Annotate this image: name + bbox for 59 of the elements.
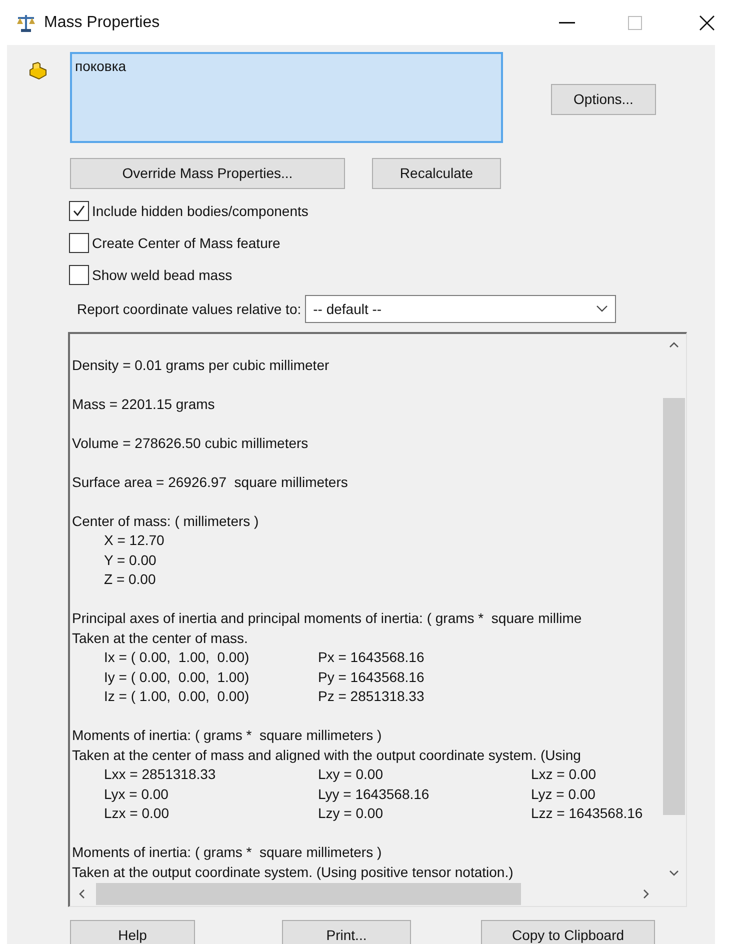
- window-title: Mass Properties: [44, 12, 160, 32]
- report-line: Moments of inertia: ( grams * square millimeters ): [72, 726, 382, 746]
- report-line: Moments of inertia: ( grams * square millimeters ): [72, 843, 382, 862]
- help-button[interactable]: Help: [70, 920, 195, 944]
- report-value: Z = 0.00: [104, 571, 156, 588]
- report-value: Lyz = 0.00: [531, 786, 596, 802]
- report-value: Iy = ( 0.00, 0.00, 1.00): [104, 668, 250, 685]
- options-button[interactable]: Options...: [551, 84, 656, 115]
- scroll-right-icon[interactable]: [643, 889, 649, 899]
- part-icon: [28, 62, 48, 80]
- minimize-icon: [559, 22, 575, 24]
- scroll-left-icon[interactable]: [79, 889, 85, 899]
- report-value: Ix = ( 0.00, 1.00, 0.00): [104, 649, 250, 666]
- print-button[interactable]: Print...: [282, 920, 411, 944]
- report-value: Lzz = 1643568.16: [531, 805, 643, 822]
- scroll-up-icon[interactable]: [669, 342, 679, 348]
- report-value: Lzx = 0.00: [104, 805, 169, 822]
- scrollbar-thumb[interactable]: [96, 883, 521, 905]
- checkbox-label: Create Center of Mass feature: [92, 234, 280, 252]
- override-button[interactable]: Override Mass Properties...: [70, 158, 345, 189]
- report-line: Principal axes of inertia and principal moments of inertia: ( grams * square millime: [72, 609, 582, 628]
- report-value: Lxz = 0.00: [531, 766, 596, 782]
- scroll-down-icon[interactable]: [669, 870, 679, 876]
- chevron-down-icon: [596, 305, 608, 313]
- selection-list[interactable]: поковка: [70, 52, 503, 143]
- close-icon: [699, 14, 715, 30]
- report-value: Lyx = 0.00: [104, 786, 168, 802]
- report-value: Px = 1643568.16: [318, 649, 424, 666]
- report-line: Volume = 278626.50 cubic millimeters: [72, 434, 308, 453]
- checkbox-label: Include hidden bodies/components: [92, 202, 308, 221]
- report-value: Lzy = 0.00: [318, 805, 383, 822]
- report-value: Lxx = 2851318.33: [104, 766, 216, 782]
- checkbox-label: Show weld bead mass: [92, 266, 232, 284]
- report-line: Taken at the output coordinate system. (Using positive tensor notation.): [72, 862, 514, 882]
- report-line: Mass = 2201.15 grams: [72, 394, 215, 414]
- coordinate-dropdown[interactable]: -- default --: [305, 295, 616, 323]
- report-value: Lxy = 0.00: [318, 766, 383, 782]
- copy-button[interactable]: Copy to Clipboard: [481, 920, 655, 944]
- report-value: X = 12.70: [104, 532, 164, 548]
- recalculate-button[interactable]: Recalculate: [372, 158, 501, 189]
- report-value: Y = 0.00: [104, 552, 156, 568]
- report-value: Py = 1643568.16: [318, 668, 424, 685]
- balance-scale-icon: [16, 14, 36, 32]
- report-line: Taken at the center of mass.: [72, 628, 248, 648]
- scrollbar-thumb[interactable]: [663, 398, 685, 815]
- report-value: Pz = 2851318.33: [318, 688, 424, 704]
- report-line: Center of mass: ( millimeters ): [72, 512, 259, 531]
- report-line: Surface area = 26926.97 square millimeters: [72, 472, 348, 492]
- checkbox[interactable]: [69, 201, 89, 221]
- checkbox[interactable]: [69, 233, 89, 253]
- report-value: Lyy = 1643568.16: [318, 786, 430, 802]
- checkbox[interactable]: [69, 265, 89, 285]
- report-line: Density = 0.01 grams per cubic millimeter: [72, 356, 330, 375]
- maximize-icon: [628, 16, 642, 30]
- report-line: Taken at the center of mass and aligned with the output coordinate system. (Using: [72, 746, 581, 765]
- check-icon: [72, 204, 86, 218]
- coordinate-label: Report coordinate values relative to:: [77, 300, 302, 319]
- selected-item[interactable]: поковка: [75, 58, 126, 74]
- report-value: Iz = ( 1.00, 0.00, 0.00): [104, 688, 250, 704]
